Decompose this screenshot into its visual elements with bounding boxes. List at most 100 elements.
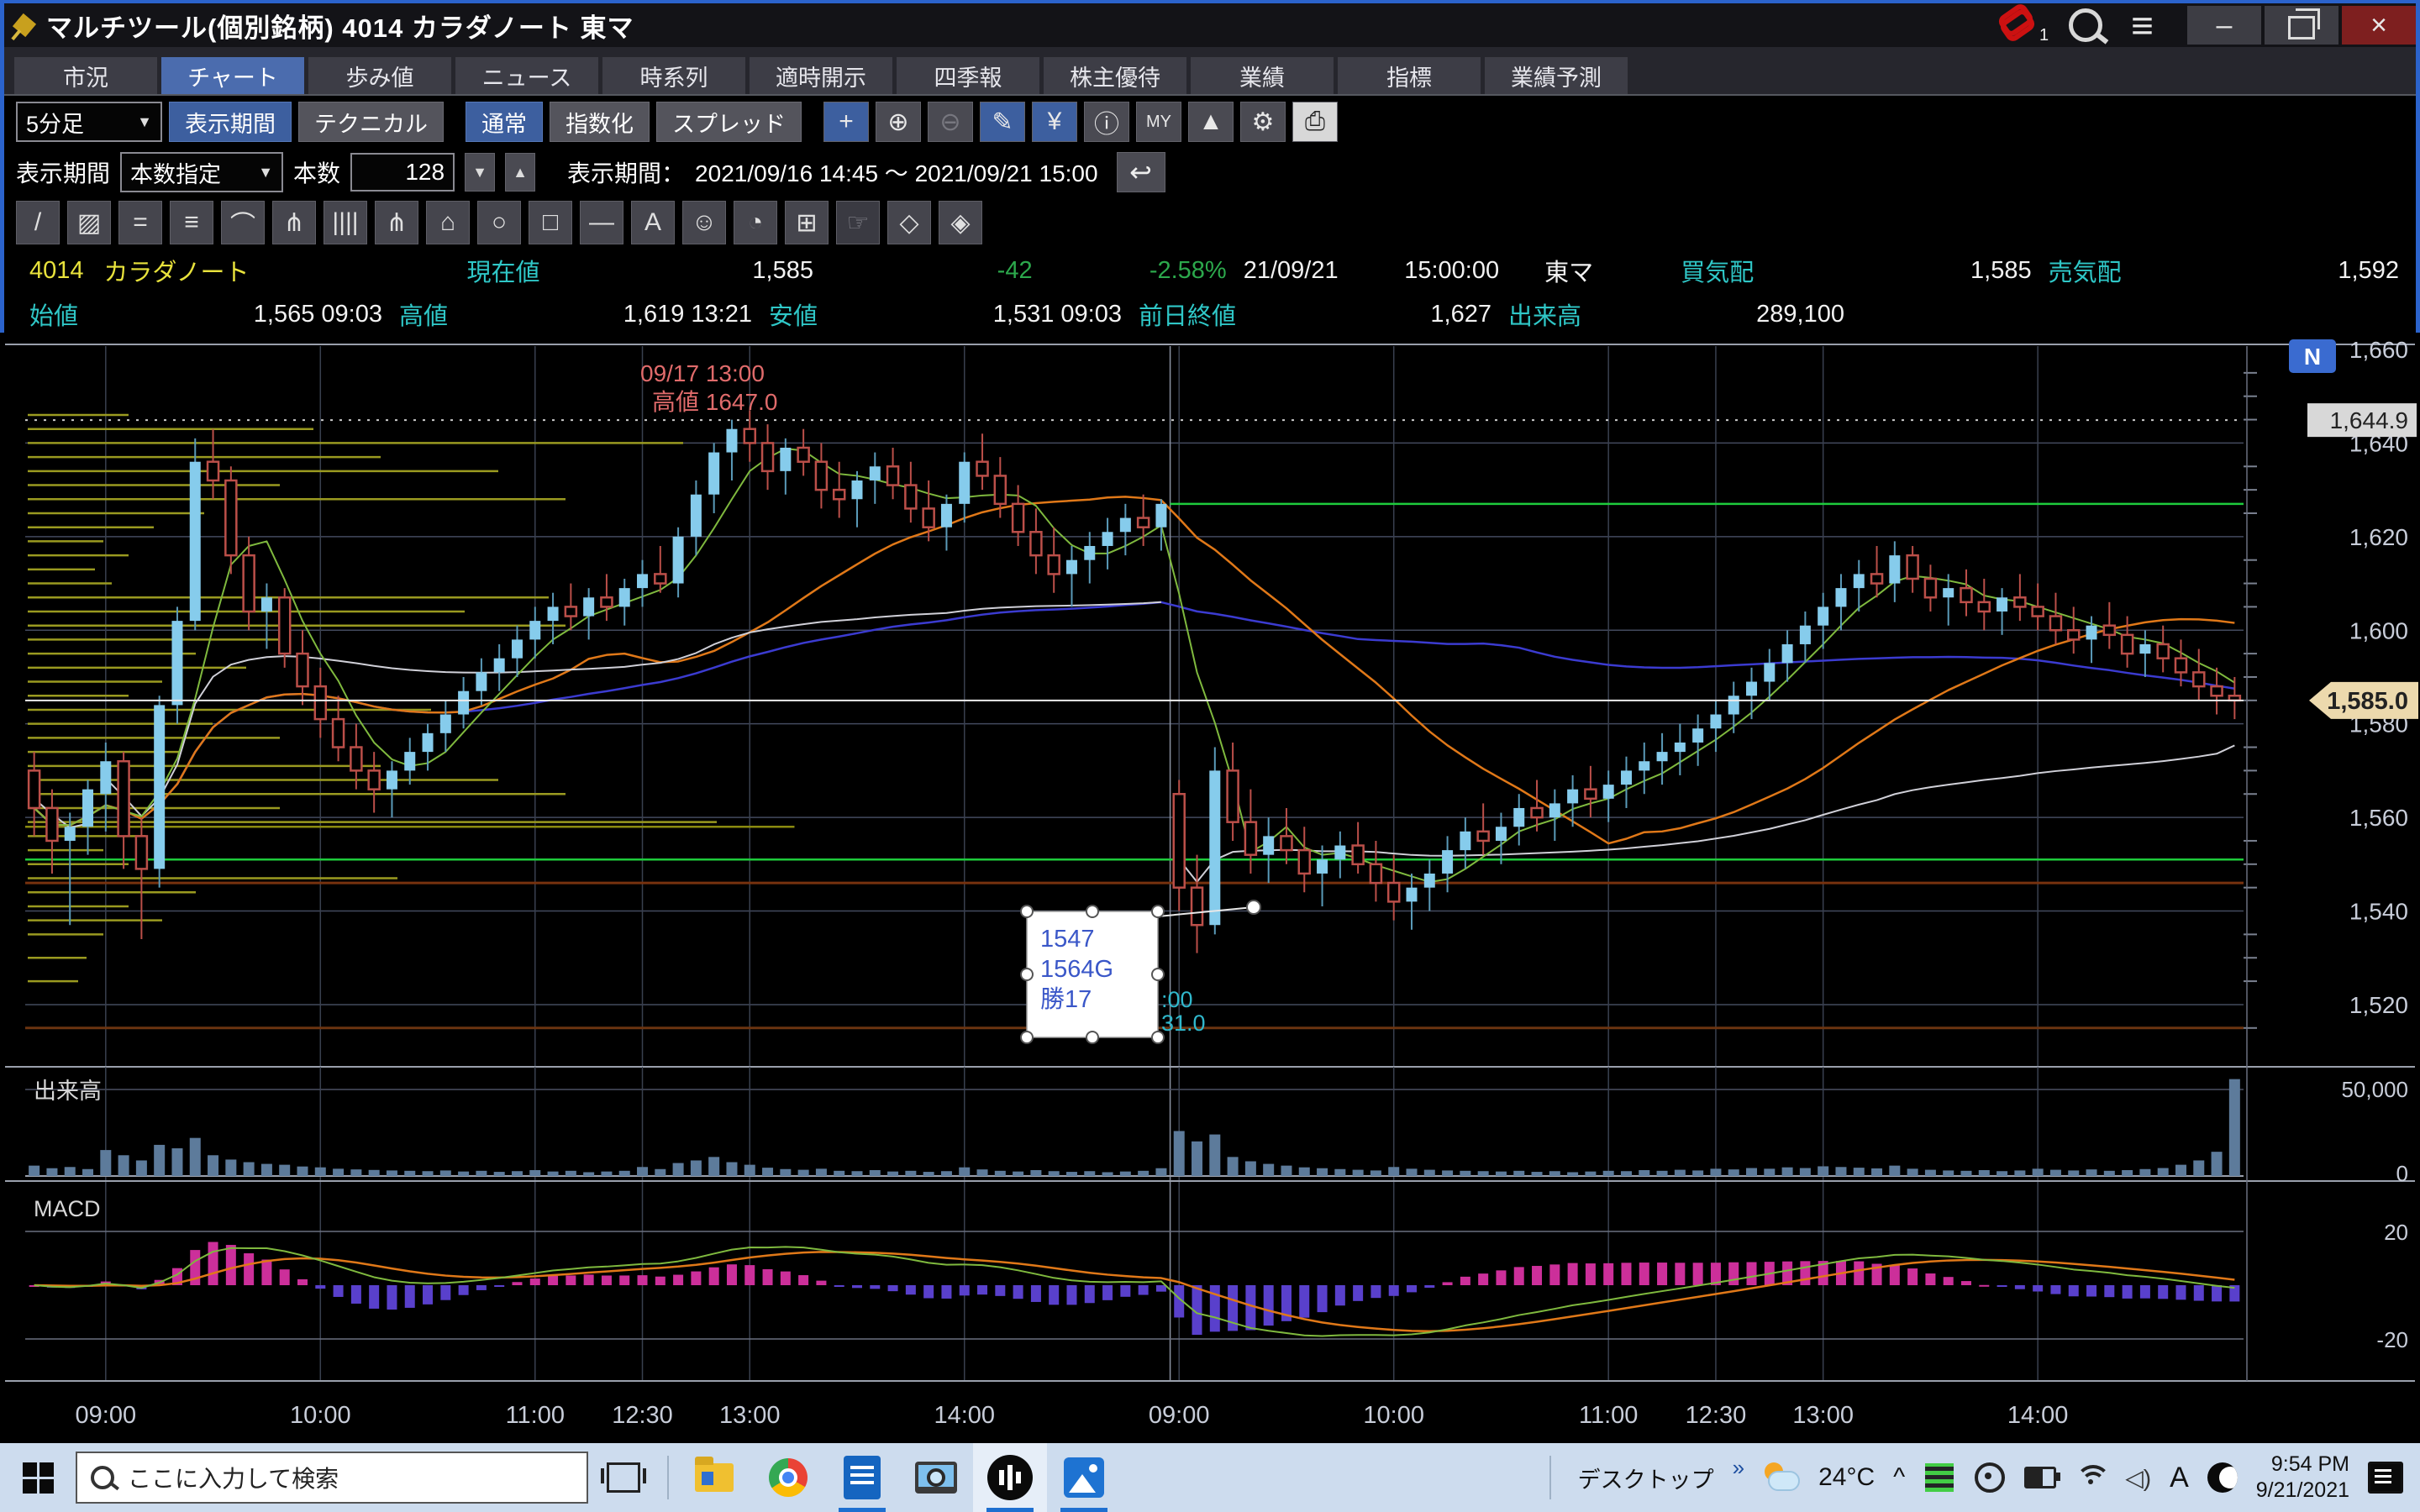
vertical-lines-icon[interactable]: |||| bbox=[324, 201, 367, 244]
svg-text:0: 0 bbox=[2396, 1161, 2408, 1186]
taskbar-file-explorer[interactable] bbox=[677, 1443, 751, 1512]
horizontal-3lines-icon[interactable]: ≡ bbox=[170, 201, 213, 244]
pushpin-icon[interactable] bbox=[13, 13, 36, 37]
toolbar-button-表示期間[interactable]: 表示期間 bbox=[169, 102, 292, 142]
wifi-icon[interactable] bbox=[2075, 1462, 2107, 1494]
tab-時系列[interactable]: 時系列 bbox=[602, 57, 745, 94]
camera-icon[interactable] bbox=[1974, 1462, 2006, 1494]
start-button[interactable] bbox=[0, 1443, 76, 1512]
settings-wrench-icon[interactable]: ⚙ bbox=[1240, 102, 1286, 142]
minimize-button[interactable]: – bbox=[2187, 6, 2261, 45]
quote-field: 安値 bbox=[769, 297, 861, 332]
menu-icon[interactable]: ≡ bbox=[2131, 8, 2154, 42]
eraser-all-icon[interactable]: ◈ bbox=[939, 201, 982, 244]
trendline-icon[interactable]: / bbox=[16, 201, 60, 244]
quote-field: 1,585 bbox=[582, 257, 830, 285]
toolbar-button-テクニカル[interactable]: テクニカル bbox=[298, 102, 444, 142]
tray-expand-icon[interactable]: ^ bbox=[1893, 1463, 1905, 1492]
fan-lines-icon[interactable]: ⋔ bbox=[272, 201, 316, 244]
tab-四季報[interactable]: 四季報 bbox=[897, 57, 1039, 94]
emoji-icon-icon[interactable]: ☺ bbox=[682, 201, 726, 244]
quote-field: 現在値 bbox=[467, 253, 582, 288]
zoom-in-icon[interactable]: ⊕ bbox=[876, 102, 921, 142]
tab-業績[interactable]: 業績 bbox=[1191, 57, 1334, 94]
time-marker-icon[interactable]: ◔ bbox=[734, 201, 777, 244]
ime-icon[interactable] bbox=[2207, 1462, 2238, 1493]
ime-mode-label[interactable]: A bbox=[2170, 1462, 2189, 1494]
tab-適時開示[interactable]: 適時開示 bbox=[750, 57, 892, 94]
print-icon[interactable]: ⎙ bbox=[1292, 102, 1338, 142]
horizontal-2lines-icon[interactable]: = bbox=[118, 201, 162, 244]
taskbar-remote-app[interactable] bbox=[899, 1443, 973, 1512]
task-view-button[interactable] bbox=[588, 1443, 659, 1512]
taskbar-chrome[interactable] bbox=[751, 1443, 825, 1512]
hand-drag-icon[interactable]: ☞ bbox=[836, 201, 880, 244]
quote-field: 1,592 bbox=[2168, 257, 2416, 285]
chevron-expand-icon[interactable]: » bbox=[1733, 1455, 1744, 1481]
notification-center-icon[interactable] bbox=[2368, 1462, 2403, 1494]
polygon-icon[interactable]: ⌂ bbox=[426, 201, 470, 244]
svg-text:1,560: 1,560 bbox=[2349, 805, 2408, 831]
tab-指標[interactable]: 指標 bbox=[1338, 57, 1481, 94]
timeframe-select[interactable]: 5分足 ▼ bbox=[16, 102, 162, 142]
svg-text:1,620: 1,620 bbox=[2349, 524, 2408, 550]
tab-株主優待[interactable]: 株主優待 bbox=[1044, 57, 1186, 94]
price-chart[interactable]: 出来高50,0000MACD20-201,6601,6401,6201,6001… bbox=[0, 333, 2420, 1441]
copy-object-icon[interactable]: ⊞ bbox=[785, 201, 829, 244]
pencil-draw-icon[interactable]: ✎ bbox=[980, 102, 1025, 142]
quote-field: 1,565 09:03 bbox=[122, 301, 399, 328]
weather-icon[interactable] bbox=[1763, 1462, 1800, 1493]
eraser-icon[interactable]: ◇ bbox=[887, 201, 931, 244]
range-label: 表示期間： bbox=[567, 155, 685, 189]
info-icon[interactable]: ⓘ bbox=[1084, 102, 1129, 142]
bar-count-input[interactable]: 128 bbox=[350, 153, 455, 192]
tray-app-icon[interactable] bbox=[1923, 1462, 1955, 1494]
rectangle-icon[interactable]: □ bbox=[529, 201, 572, 244]
taskbar-doc-app[interactable] bbox=[825, 1443, 899, 1512]
tab-bar: 市況チャート歩み値ニュース時系列適時開示四季報株主優待業績指標業績予測 bbox=[4, 47, 2416, 96]
taskbar-trading-app[interactable] bbox=[973, 1443, 1047, 1512]
yen-axis-icon[interactable]: ¥ bbox=[1032, 102, 1077, 142]
pitchfork-icon[interactable]: ⋔ bbox=[375, 201, 418, 244]
quote-row-1: 4014カラダノート現在値1,585-42-2.58%21/09/2115:00… bbox=[4, 249, 2416, 292]
toolbar-button-指数化[interactable]: 指数化 bbox=[550, 102, 650, 142]
tab-市況[interactable]: 市況 bbox=[14, 57, 157, 94]
count-increase-button[interactable]: ▲ bbox=[505, 153, 535, 192]
my-indicator-icon[interactable]: MY bbox=[1136, 102, 1181, 142]
count-decrease-button[interactable]: ▼ bbox=[465, 153, 495, 192]
parallel-lines-icon[interactable]: ▨ bbox=[67, 201, 111, 244]
period-mode-select[interactable]: 本数指定 ▼ bbox=[120, 152, 283, 192]
toolbar-button-通常[interactable]: 通常 bbox=[466, 102, 543, 142]
tab-ニュース[interactable]: ニュース bbox=[455, 57, 598, 94]
text-annotation-icon[interactable]: A bbox=[631, 201, 675, 244]
restore-button[interactable] bbox=[2265, 6, 2338, 45]
crosshair-icon[interactable]: + bbox=[823, 102, 869, 142]
fibonacci-arc-icon[interactable]: ⌒ bbox=[221, 201, 265, 244]
taskbar-search-input[interactable]: ここに入力して検索 bbox=[76, 1452, 588, 1504]
title-bar: マルチツール(個別銘柄) 4014 カラダノート 東マ 1 ≡ – × bbox=[4, 3, 2416, 47]
quote-field: 289,100 bbox=[1618, 301, 1861, 328]
tab-歩み値[interactable]: 歩み値 bbox=[308, 57, 451, 94]
clock[interactable]: 9:54 PM 9/21/2021 bbox=[2256, 1452, 2349, 1504]
search-icon[interactable] bbox=[2069, 8, 2102, 42]
temperature-label[interactable]: 24°C bbox=[1818, 1463, 1875, 1492]
ellipse-icon[interactable]: ○ bbox=[477, 201, 521, 244]
svg-text:勝17: 勝17 bbox=[1040, 985, 1092, 1013]
speaker-icon[interactable]: ◁) bbox=[2125, 1464, 2151, 1492]
clock-date: 9/21/2021 bbox=[2256, 1478, 2349, 1502]
zoom-out-icon[interactable]: ⊖ bbox=[928, 102, 973, 142]
horizontal-segment-icon[interactable]: — bbox=[580, 201, 623, 244]
area-display-icon[interactable]: ▲ bbox=[1188, 102, 1234, 142]
svg-text:-20: -20 bbox=[2376, 1327, 2408, 1352]
macd-pane-label: MACD bbox=[34, 1196, 101, 1221]
bar-count-label: 本数 bbox=[293, 155, 340, 189]
desktop-toolbar-label[interactable]: デスクトップ bbox=[1578, 1462, 1714, 1494]
reset-period-button[interactable]: ↩ bbox=[1117, 152, 1165, 192]
taskbar-photos[interactable] bbox=[1047, 1443, 1121, 1512]
toolbar-button-スプレッド[interactable]: スプレッド bbox=[656, 102, 802, 142]
tab-チャート[interactable]: チャート bbox=[161, 57, 304, 94]
battery-icon[interactable] bbox=[2024, 1462, 2056, 1494]
tab-業績予測[interactable]: 業績予測 bbox=[1485, 57, 1628, 94]
link-group-icon[interactable]: 1 bbox=[2000, 8, 2045, 42]
close-button[interactable]: × bbox=[2342, 6, 2416, 45]
